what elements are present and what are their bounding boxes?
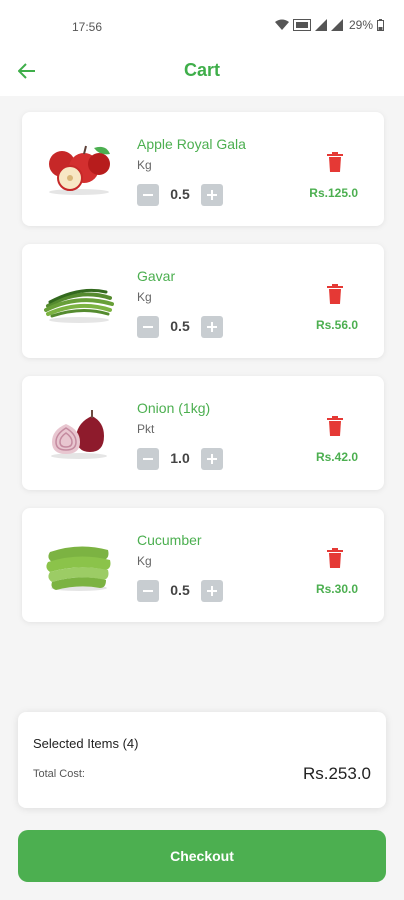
signal-icon bbox=[314, 19, 327, 31]
increase-quantity-button[interactable] bbox=[201, 184, 223, 206]
cart-item: Cucumber Kg 0.5 Rs.30.0 bbox=[22, 508, 384, 622]
cart-summary: Selected Items (4) Total Cost: Rs.253.0 bbox=[18, 712, 386, 808]
product-name: Cucumber bbox=[137, 532, 202, 548]
checkout-button[interactable]: Checkout bbox=[18, 830, 386, 882]
gavar-image bbox=[44, 288, 114, 323]
status-icons: 29% bbox=[274, 18, 384, 32]
minus-icon bbox=[143, 194, 153, 196]
trash-icon[interactable] bbox=[326, 416, 344, 436]
total-cost-label: Total Cost: bbox=[33, 768, 85, 780]
signal-icon-2 bbox=[330, 19, 343, 31]
apple-image bbox=[49, 145, 110, 195]
product-unit: Kg bbox=[137, 158, 152, 172]
trash-icon[interactable] bbox=[326, 152, 344, 172]
quantity-value: 0.5 bbox=[170, 318, 190, 334]
trash-icon[interactable] bbox=[326, 548, 344, 568]
total-cost-value: Rs.253.0 bbox=[302, 764, 371, 783]
decrease-quantity-button[interactable] bbox=[137, 448, 159, 470]
selected-items-count: Selected Items (4) bbox=[33, 736, 139, 751]
cart-item: Gavar Kg 0.5 Rs.56.0 bbox=[22, 244, 384, 358]
minus-icon bbox=[143, 590, 153, 592]
battery-percent: 29% bbox=[348, 18, 373, 32]
app-bar: Cart bbox=[0, 44, 404, 96]
quantity-value: 0.5 bbox=[170, 582, 190, 598]
onion-image bbox=[51, 410, 107, 459]
item-price: Rs.30.0 bbox=[315, 582, 358, 596]
decrease-quantity-button[interactable] bbox=[137, 184, 159, 206]
hd-icon bbox=[292, 19, 311, 31]
item-price: Rs.56.0 bbox=[315, 318, 358, 332]
wifi-icon bbox=[274, 19, 289, 30]
page-title: Cart bbox=[183, 60, 220, 80]
item-price: Rs.125.0 bbox=[309, 186, 358, 200]
increase-quantity-button[interactable] bbox=[201, 580, 223, 602]
increase-quantity-button[interactable] bbox=[201, 448, 223, 470]
increase-quantity-button[interactable] bbox=[201, 316, 223, 338]
cart-item: Apple Royal Gala Kg 0.5 Rs.125.0 bbox=[22, 112, 384, 226]
trash-icon[interactable] bbox=[326, 284, 344, 304]
item-price: Rs.42.0 bbox=[315, 450, 358, 464]
product-name: Onion (1kg) bbox=[137, 400, 211, 416]
quantity-value: 1.0 bbox=[170, 450, 190, 466]
quantity-value: 0.5 bbox=[170, 186, 190, 202]
minus-icon bbox=[143, 458, 153, 460]
battery-icon bbox=[377, 19, 384, 31]
product-unit: Kg bbox=[137, 290, 152, 304]
cucumber-image bbox=[46, 546, 111, 591]
product-name: Apple Royal Gala bbox=[137, 136, 246, 152]
decrease-quantity-button[interactable] bbox=[137, 316, 159, 338]
product-unit: Pkt bbox=[137, 422, 155, 436]
product-name: Gavar bbox=[137, 268, 176, 284]
minus-icon bbox=[143, 326, 153, 328]
product-unit: Kg bbox=[137, 554, 152, 568]
status-time: 17:56 bbox=[72, 20, 103, 34]
decrease-quantity-button[interactable] bbox=[137, 580, 159, 602]
status-bar: 17:56 29% bbox=[0, 0, 404, 44]
cart-item: Onion (1kg) Pkt 1.0 Rs.42.0 bbox=[22, 376, 384, 490]
